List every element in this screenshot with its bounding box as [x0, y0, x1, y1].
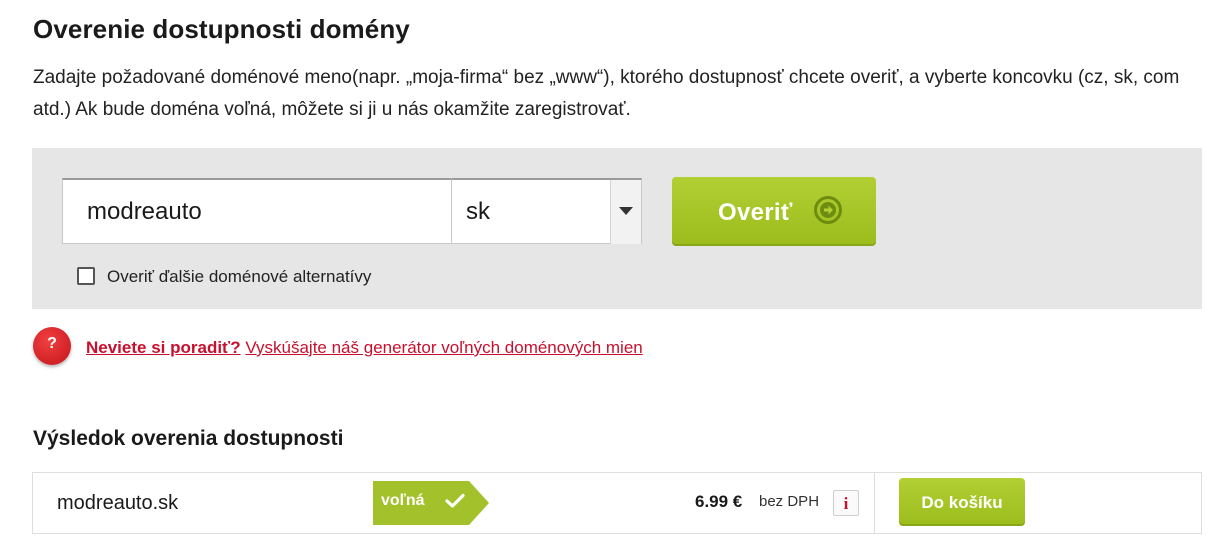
help-bold-text[interactable]: Neviete si poradiť?: [86, 338, 241, 357]
domain-generator-link[interactable]: Vyskúšajte náš generátor voľných doménov…: [245, 338, 642, 357]
verify-button-label: Overiť: [718, 199, 793, 226]
tld-selected-value: sk: [466, 198, 490, 225]
domain-name-input[interactable]: [62, 178, 452, 244]
add-to-cart-label: Do košíku: [921, 493, 1003, 512]
result-price: 6.99 €: [695, 492, 743, 511]
status-badge-label: voľná: [381, 492, 425, 509]
page-title: Overenie dostupnosti domény: [33, 14, 410, 44]
result-row: modreauto.sk voľná 6.99 € bez DPH i Do k…: [32, 472, 1202, 534]
verify-button[interactable]: Overiť: [672, 177, 876, 246]
results-title: Výsledok overenia dostupnosti: [33, 427, 344, 450]
result-price-note: bez DPH: [759, 493, 820, 510]
tld-dropdown-toggle[interactable]: [610, 180, 641, 244]
info-icon[interactable]: i: [833, 490, 859, 516]
page-description: Zadajte požadované doménové meno(napr. „…: [33, 67, 1180, 120]
arrow-right-circle-icon: [814, 196, 842, 224]
info-icon-symbol: i: [843, 494, 849, 513]
help-line[interactable]: Neviete si poradiť? Vyskúšajte náš gener…: [86, 338, 643, 358]
checkmark-icon: [445, 493, 465, 508]
domain-search-panel: sk Overiť Overiť ďalšie doménové alterna…: [32, 148, 1202, 309]
alternatives-checkbox-label[interactable]: Overiť ďalšie doménové alternatívy: [107, 267, 371, 287]
result-domain-name: modreauto.sk: [57, 492, 179, 514]
row-divider: [874, 473, 875, 533]
help-question-icon: ?: [33, 327, 71, 365]
chevron-down-icon: [619, 207, 633, 215]
help-icon-symbol: ?: [47, 335, 57, 352]
status-badge: voľná: [373, 481, 489, 525]
add-to-cart-button[interactable]: Do košíku: [899, 478, 1025, 526]
tld-select[interactable]: sk: [451, 178, 642, 244]
alternatives-checkbox[interactable]: [77, 267, 95, 285]
